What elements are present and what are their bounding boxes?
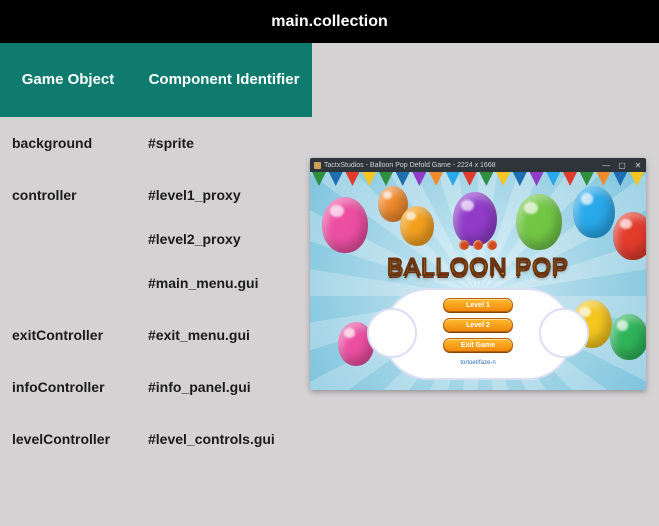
game-window-titlebar: TactxStudios - Balloon Pop Defold Game -…	[310, 158, 646, 172]
cell-ci: #level_controls.gui	[136, 431, 312, 447]
table-row: controller #level1_proxy #level2_proxy #…	[0, 169, 312, 309]
balloon-green2-icon	[610, 314, 646, 360]
balloon-green-icon	[516, 194, 562, 250]
balloon-purple-icon	[453, 192, 497, 246]
balloon-pink-icon	[322, 197, 368, 253]
balloon-red-icon	[613, 212, 646, 260]
bunting-flag-icon	[312, 172, 326, 186]
bunting-flag-icon	[345, 172, 359, 186]
table-header-row: Game Object Component Identifier	[0, 43, 312, 117]
table-row: infoController #info_panel.gui	[0, 361, 312, 413]
game-viewport: BALLOON POP Level 1 Level 2 Exit Game to…	[310, 172, 646, 390]
bunting-flag-icon	[546, 172, 560, 186]
table-row: exitController #exit_menu.gui	[0, 309, 312, 361]
bunting-flag-icon	[362, 172, 376, 186]
bunting-flag-icon	[446, 172, 460, 186]
cell-ci: #sprite	[136, 135, 312, 151]
ci-item: #level2_proxy	[148, 231, 300, 247]
level-1-button[interactable]: Level 1	[443, 298, 513, 312]
minimize-button[interactable]: —	[598, 158, 614, 172]
components-table: Game Object Component Identifier backgro…	[0, 43, 312, 465]
bunting-flag-icon	[613, 172, 627, 186]
page-title: main.collection	[0, 0, 659, 43]
decor-dots	[459, 240, 497, 250]
cell-go: exitController	[0, 327, 136, 343]
cell-ci: #info_panel.gui	[136, 379, 312, 395]
close-button[interactable]: ✕	[630, 158, 646, 172]
cell-go: controller	[0, 187, 136, 203]
cell-go: background	[0, 135, 136, 151]
game-logo-text: BALLOON POP	[387, 254, 569, 282]
bunting-flag-icon	[496, 172, 510, 186]
cell-ci: #exit_menu.gui	[136, 327, 312, 343]
balloon-orange2-icon	[400, 206, 434, 246]
bunting-flag-icon	[596, 172, 610, 186]
table-row: levelController #level_controls.gui	[0, 413, 312, 465]
ci-item: #exit_menu.gui	[148, 327, 300, 343]
bunting-flag-icon	[463, 172, 477, 186]
ci-item: #level1_proxy	[148, 187, 300, 203]
balloon-blue-icon	[573, 186, 615, 238]
cell-go: levelController	[0, 431, 136, 447]
bunting-flag-icon	[563, 172, 577, 186]
app-icon	[314, 162, 321, 169]
bunting-flag-icon	[630, 172, 644, 186]
bunting-flag-icon	[329, 172, 343, 186]
cell-ci: #level1_proxy #level2_proxy #main_menu.g…	[136, 187, 312, 291]
bunting-flag-icon	[429, 172, 443, 186]
ci-item: #info_panel.gui	[148, 379, 300, 395]
ci-item: #sprite	[148, 135, 300, 151]
th-game-object: Game Object	[0, 43, 136, 117]
bunting-flag-icon	[379, 172, 393, 186]
bunting-flag-icon	[479, 172, 493, 186]
level-2-button[interactable]: Level 2	[443, 318, 513, 332]
bunting-flag-icon	[580, 172, 594, 186]
bunting-row	[310, 172, 646, 186]
bunting-flag-icon	[530, 172, 544, 186]
bunting-flag-icon	[396, 172, 410, 186]
menu-buttons: Level 1 Level 2 Exit Game tortoet/faze-n	[443, 298, 513, 366]
maximize-button[interactable]: ▢	[614, 158, 630, 172]
ci-item: #main_menu.gui	[148, 275, 300, 291]
exit-game-button[interactable]: Exit Game	[443, 338, 513, 352]
bunting-flag-icon	[412, 172, 426, 186]
cell-go: infoController	[0, 379, 136, 395]
bunting-flag-icon	[513, 172, 527, 186]
th-component-identifier: Component Identifier	[136, 43, 312, 117]
window-controls: — ▢ ✕	[598, 158, 646, 172]
game-preview-window: TactxStudios - Balloon Pop Defold Game -…	[310, 158, 646, 390]
credit-text: tortoet/faze-n	[460, 360, 495, 366]
table-row: background #sprite	[0, 117, 312, 169]
game-window-title: TactxStudios - Balloon Pop Defold Game -…	[324, 162, 496, 169]
ci-item: #level_controls.gui	[148, 431, 300, 447]
